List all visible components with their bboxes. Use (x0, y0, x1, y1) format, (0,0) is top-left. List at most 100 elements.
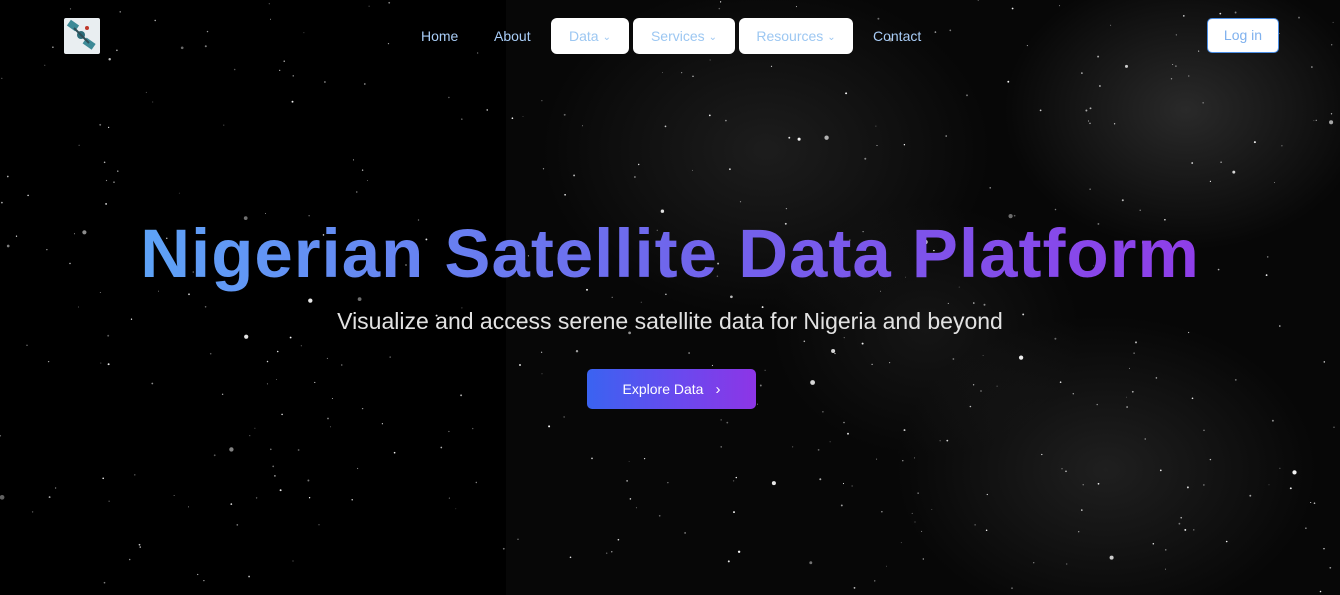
star (517, 538, 519, 540)
star (1329, 120, 1334, 125)
star (1125, 396, 1127, 398)
nav-data-dropdown[interactable]: Data ⌄ (551, 18, 629, 54)
star (248, 575, 251, 578)
star (617, 538, 620, 541)
star (221, 393, 224, 396)
star (236, 524, 239, 526)
nav-home[interactable]: Home (421, 18, 458, 54)
star (323, 81, 326, 83)
star (1078, 531, 1080, 533)
star (980, 390, 982, 392)
star (759, 384, 762, 387)
star (1278, 33, 1280, 35)
star (853, 587, 856, 589)
star (1209, 180, 1211, 182)
star (737, 550, 741, 554)
star (843, 336, 845, 339)
nav-about[interactable]: About (494, 18, 531, 54)
star (628, 461, 630, 462)
star (735, 476, 737, 479)
star (996, 385, 998, 387)
star (903, 144, 906, 146)
star (876, 144, 878, 147)
star (563, 416, 565, 418)
star (1184, 528, 1187, 531)
star (573, 174, 576, 177)
star (105, 179, 108, 182)
star (1072, 393, 1075, 395)
star (788, 136, 791, 139)
hero-title: Nigerian Satellite Data Platform (140, 215, 1200, 292)
star (477, 52, 479, 54)
nav-services-dropdown[interactable]: Services ⌄ (633, 18, 735, 54)
star (279, 489, 282, 492)
explore-data-button[interactable]: Explore Data › (587, 369, 756, 409)
star (711, 364, 713, 366)
star (1065, 470, 1067, 473)
star (448, 430, 450, 433)
star (1066, 563, 1068, 565)
star (455, 508, 457, 510)
star (119, 11, 121, 13)
star (1209, 458, 1212, 461)
star (472, 427, 474, 430)
star (1082, 484, 1084, 486)
star (845, 92, 848, 95)
star (0, 494, 5, 500)
star (99, 123, 102, 126)
chevron-down-icon: ⌄ (602, 32, 611, 43)
star (842, 483, 845, 485)
star (986, 493, 988, 496)
star (272, 465, 275, 468)
star (635, 507, 637, 509)
login-button[interactable]: Log in (1207, 18, 1279, 53)
star (874, 580, 876, 582)
star (945, 135, 948, 137)
star (108, 500, 110, 502)
star (1271, 419, 1274, 422)
landing-page: Home About Data ⌄ Services ⌄ Resources ⌄ Co… (0, 0, 1340, 595)
star (52, 46, 54, 49)
star (283, 60, 285, 62)
star (1198, 50, 1200, 52)
star (440, 446, 443, 449)
star (581, 125, 583, 127)
star (1323, 361, 1326, 363)
star (720, 419, 722, 421)
star (840, 504, 843, 507)
star (540, 351, 543, 353)
star (718, 7, 721, 10)
star (1054, 337, 1057, 340)
star (206, 30, 209, 33)
star (803, 340, 806, 343)
star (931, 509, 933, 511)
star (486, 109, 488, 111)
star (542, 168, 545, 170)
star (78, 144, 80, 146)
star (197, 573, 199, 576)
star (982, 355, 984, 356)
logo[interactable] (64, 18, 100, 54)
nav-resources-dropdown[interactable]: Resources ⌄ (739, 18, 853, 54)
star (1188, 75, 1190, 77)
star (341, 364, 343, 366)
nav-contact[interactable]: Contact (873, 18, 921, 54)
star (1219, 12, 1222, 15)
star (902, 460, 904, 462)
star (922, 558, 924, 560)
star (667, 482, 669, 484)
star (611, 296, 613, 298)
star (1041, 453, 1043, 456)
star (69, 8, 72, 10)
star (1281, 145, 1283, 147)
star (973, 302, 975, 304)
star (1, 201, 3, 204)
star (1007, 80, 1010, 83)
star (876, 458, 878, 460)
hero-subtitle: Visualize and access serene satellite da… (337, 308, 1003, 334)
star (1191, 162, 1194, 164)
star (1234, 378, 1237, 381)
star (289, 336, 292, 339)
star (116, 49, 118, 52)
nav-resources-label: Resources (756, 28, 824, 44)
